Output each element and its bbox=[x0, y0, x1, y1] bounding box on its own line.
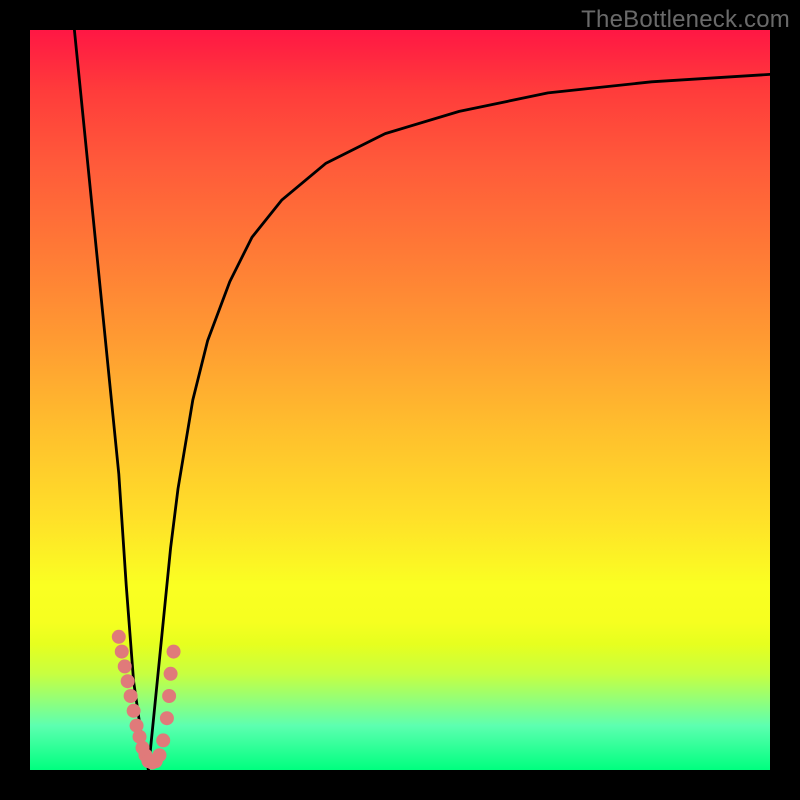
marker-dot bbox=[156, 733, 170, 747]
marker-dot bbox=[115, 645, 129, 659]
bottleneck-curve bbox=[74, 30, 770, 770]
marker-dot bbox=[121, 674, 135, 688]
marker-dot bbox=[160, 711, 174, 725]
marker-dot bbox=[167, 645, 181, 659]
marker-dot bbox=[118, 659, 132, 673]
chart-frame: TheBottleneck.com bbox=[0, 0, 800, 800]
marker-dot bbox=[124, 689, 138, 703]
marker-dot bbox=[164, 667, 178, 681]
plot-area bbox=[30, 30, 770, 770]
marker-dot bbox=[153, 748, 167, 762]
marker-dot bbox=[112, 630, 126, 644]
marker-dot bbox=[162, 689, 176, 703]
chart-canvas bbox=[30, 30, 770, 770]
marker-dot bbox=[127, 704, 141, 718]
